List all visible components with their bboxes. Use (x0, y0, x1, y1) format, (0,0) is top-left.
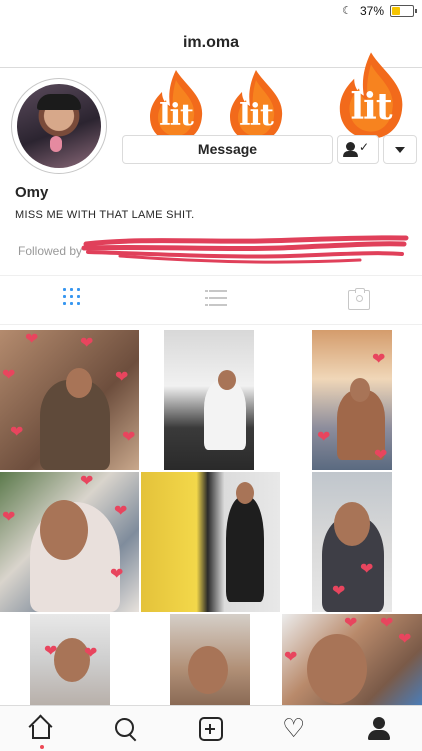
photo-grid: ❤ ❤ ❤ ❤ ❤ ❤ ❤ ❤ ❤ ❤ ❤ ❤ ❤ ❤ ❤ ❤ ❤ ❤ ❤ ❤ … (0, 330, 422, 705)
heart-sticker: ❤ (380, 615, 394, 632)
tagged-photos-tab[interactable] (348, 288, 372, 310)
add-post-tab[interactable] (197, 715, 225, 743)
heart-outline-icon: ♡ (282, 713, 306, 743)
grid-photo[interactable]: ❤ ❤ (30, 614, 110, 705)
heart-sticker: ❤ (284, 649, 298, 666)
profile-tab[interactable] (366, 715, 394, 743)
heart-sticker: ❤ (372, 351, 386, 368)
activity-tab[interactable]: ♡ (282, 715, 310, 743)
grid-photo[interactable]: ❤ ❤ (312, 472, 392, 612)
battery-icon (390, 5, 417, 17)
grid-view-tab[interactable] (63, 288, 87, 310)
followed-by-text[interactable]: Followed by (18, 244, 82, 258)
lit-sticker-text: lit (239, 98, 274, 133)
heart-sticker: ❤ (115, 369, 129, 386)
status-bar: ☾ 37% (0, 0, 422, 22)
lit-sticker-text: lit (350, 86, 393, 128)
heart-sticker: ❤ (374, 447, 388, 464)
heart-sticker: ❤ (122, 429, 136, 446)
heart-sticker: ❤ (2, 509, 16, 526)
lit-flame-sticker: lit (226, 68, 286, 143)
grid-photo[interactable]: ❤ ❤ ❤ (312, 330, 392, 470)
profile-icon (373, 717, 385, 729)
section-divider (0, 275, 422, 276)
heart-sticker: ❤ (80, 473, 94, 490)
notification-dot (40, 745, 44, 749)
bottom-tab-bar: ♡ (0, 705, 422, 751)
chevron-down-icon (395, 147, 405, 153)
heart-sticker: ❤ (80, 335, 94, 352)
battery-percent: 37% (359, 4, 384, 18)
red-scribble-redaction (81, 235, 409, 264)
grid-photo[interactable] (164, 330, 254, 470)
heart-sticker: ❤ (25, 331, 39, 348)
heart-sticker: ❤ (332, 583, 346, 600)
grid-photo[interactable]: ❤ ❤ ❤ ❤ (282, 614, 422, 705)
heart-sticker: ❤ (360, 561, 374, 578)
grid-photo[interactable] (141, 472, 280, 612)
grid-photo[interactable] (170, 614, 250, 705)
avatar-image (17, 84, 101, 168)
heart-sticker: ❤ (2, 367, 16, 384)
lit-flame-sticker: lit (146, 68, 206, 143)
heart-sticker: ❤ (344, 615, 358, 632)
heart-sticker: ❤ (110, 566, 124, 583)
lit-flame-sticker: lit (335, 50, 407, 140)
tabs-divider (0, 324, 422, 325)
home-tab[interactable] (28, 714, 56, 749)
profile-bio: MISS ME WITH THAT LAME SHIT. (15, 209, 195, 221)
profile-display-name: Omy (15, 184, 49, 201)
do-not-disturb-moon-icon: ☾ (342, 5, 352, 17)
heart-sticker: ❤ (317, 429, 331, 446)
lit-sticker-text: lit (159, 98, 194, 133)
profile-avatar[interactable] (11, 78, 107, 174)
message-button[interactable]: Message (122, 135, 333, 164)
following-button[interactable]: ✓ (337, 135, 379, 164)
heart-sticker: ❤ (84, 645, 98, 662)
grid-photo[interactable]: ❤ ❤ ❤ ❤ ❤ ❤ (0, 330, 139, 470)
suggestions-dropdown-button[interactable] (383, 135, 417, 164)
grid-photo[interactable]: ❤ ❤ ❤ ❤ (0, 472, 139, 612)
heart-sticker: ❤ (398, 631, 412, 648)
heart-sticker: ❤ (114, 503, 128, 520)
checkmark-icon: ✓ (359, 140, 370, 154)
heart-sticker: ❤ (10, 424, 24, 441)
person-icon (346, 142, 355, 151)
heart-sticker: ❤ (44, 643, 58, 660)
list-view-tab[interactable] (205, 288, 229, 310)
search-tab[interactable] (112, 715, 140, 743)
